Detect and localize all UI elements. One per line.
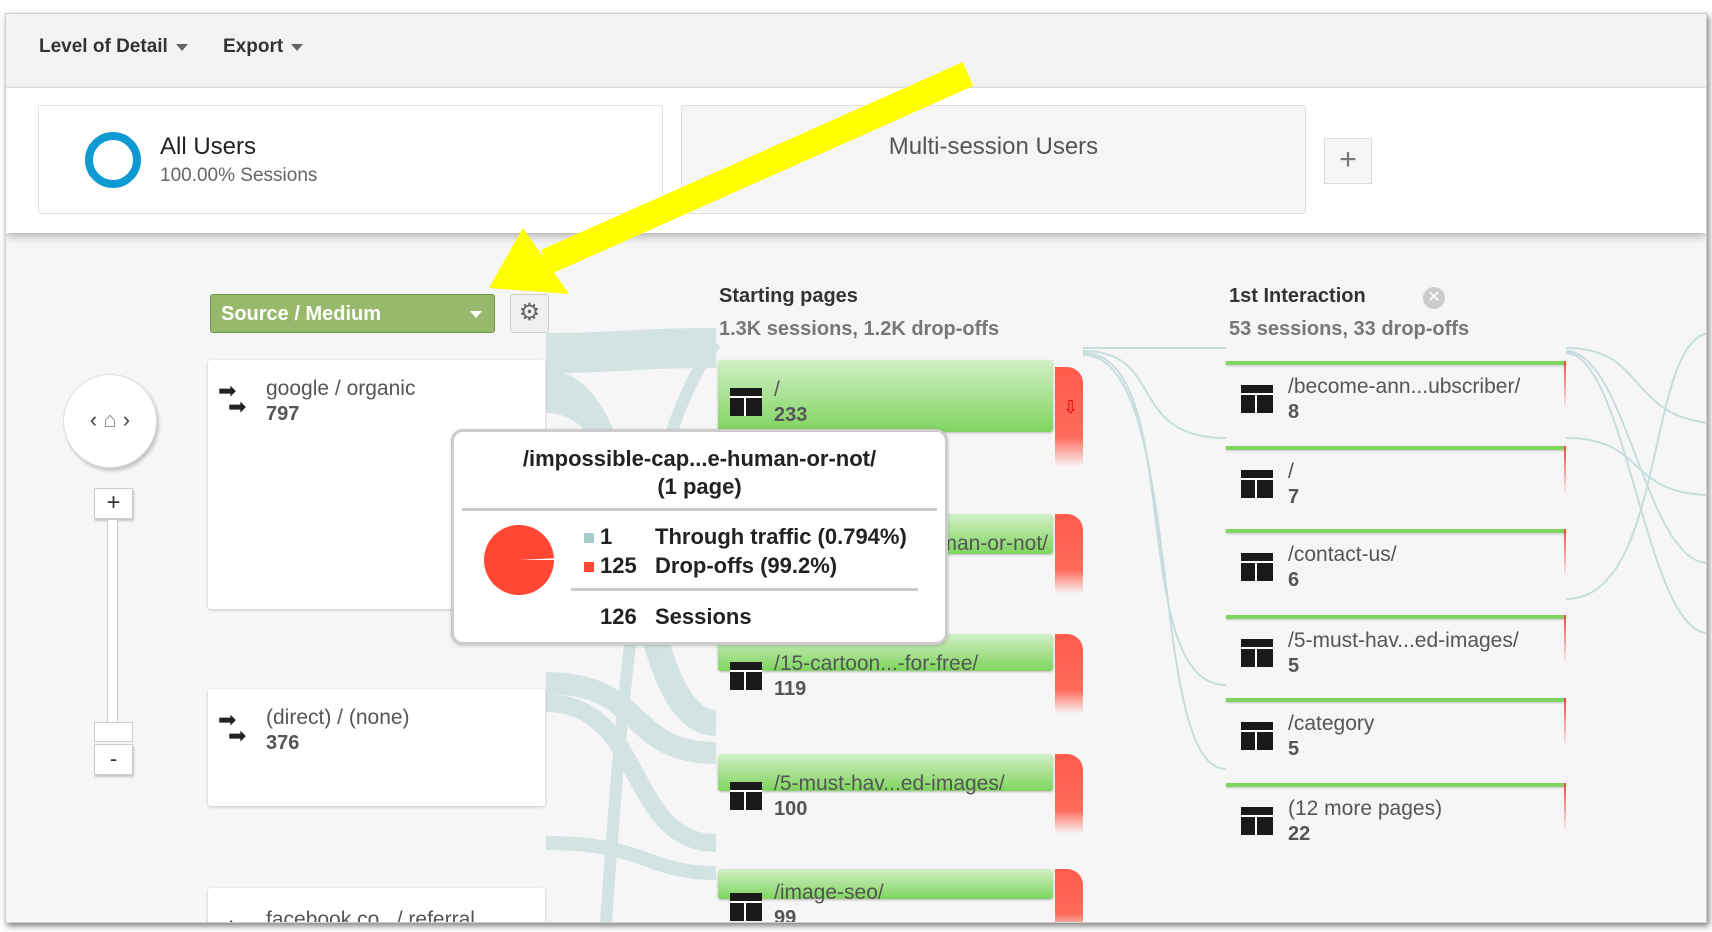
annotation-arrow bbox=[489, 62, 974, 294]
app-frame: Level of Detail Export All Users 100.00%… bbox=[5, 13, 1707, 923]
annotation-arrow-shaft bbox=[540, 62, 974, 274]
